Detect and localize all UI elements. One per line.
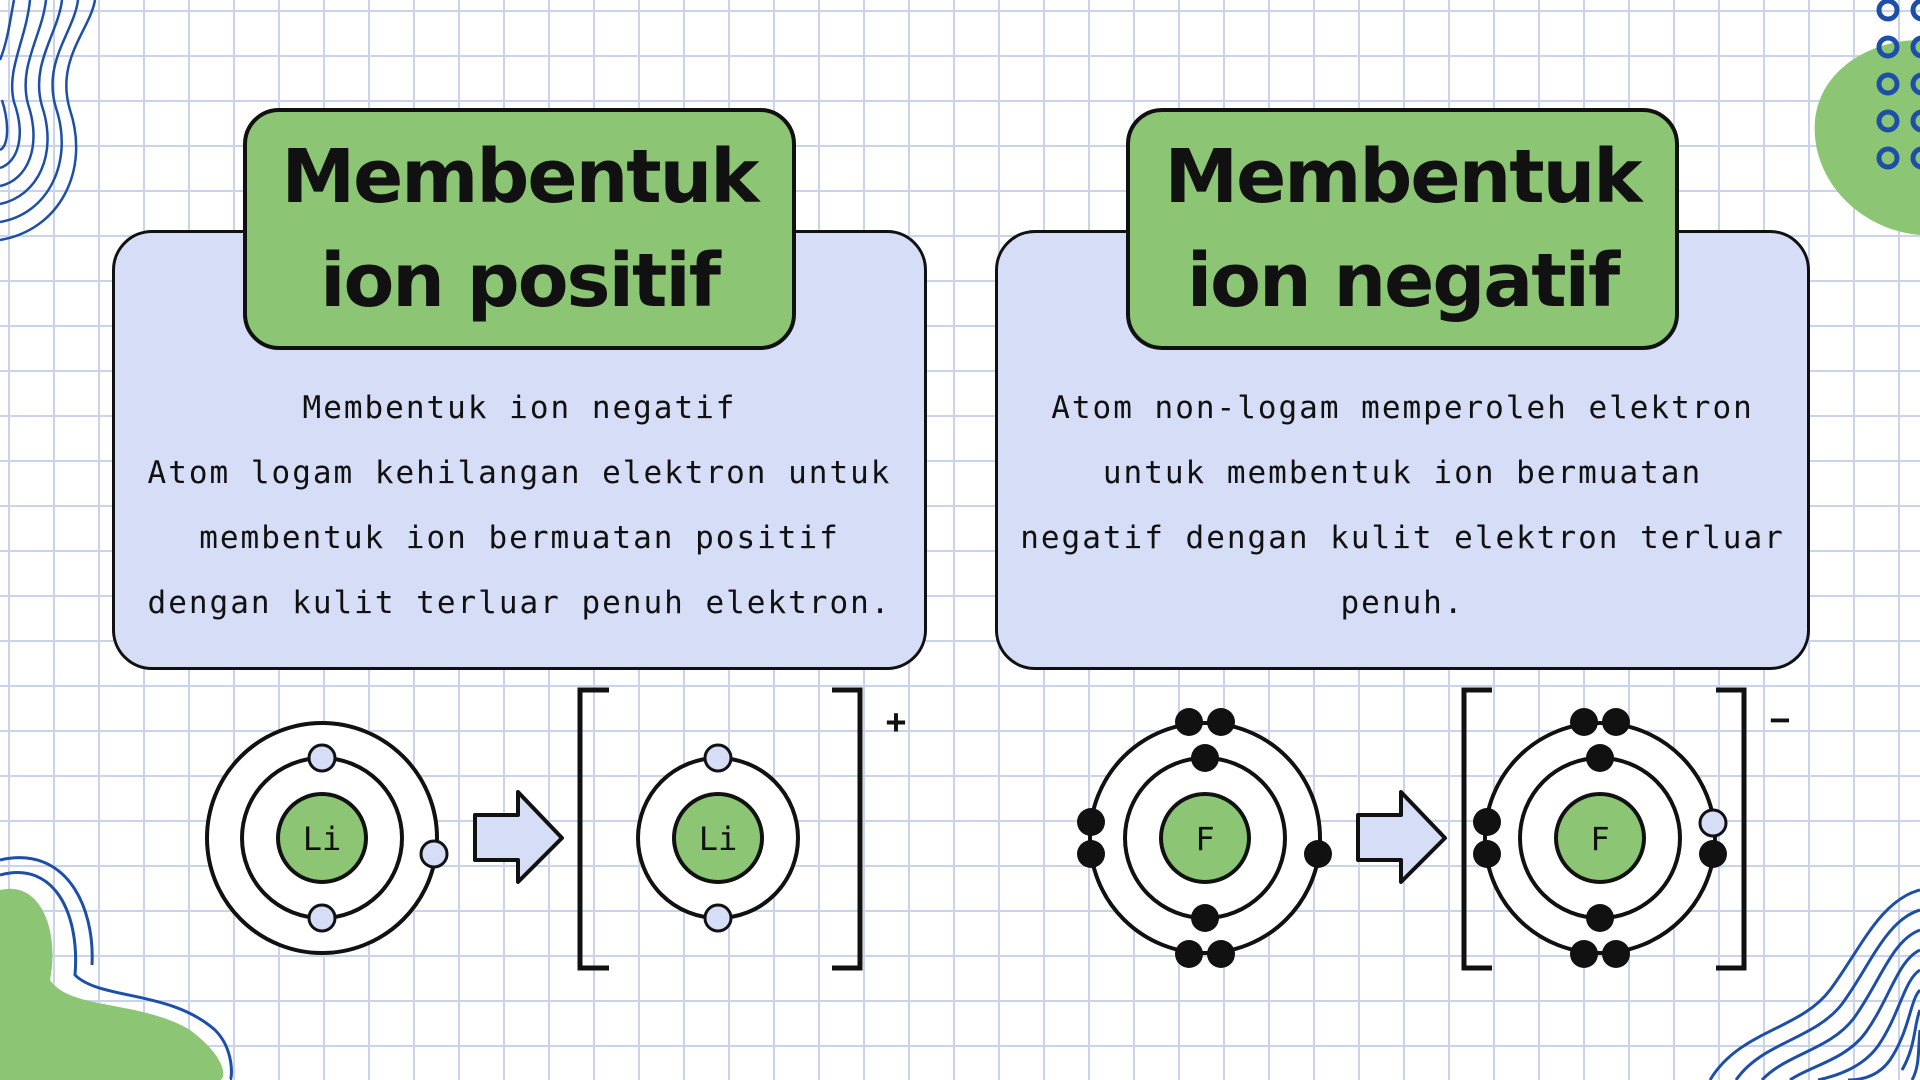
electron [1586,904,1614,932]
electron [1207,708,1235,736]
electron-gained-hollow [1698,808,1728,838]
bracket-left-icon [577,687,609,971]
ion-charge-label: − [1770,700,1790,740]
electron [1602,940,1630,968]
fluorine-atom: F [1077,708,1332,968]
ion-formation-diagrams: Li + Li F − F [205,687,1790,971]
nucleus-label: F [1590,820,1609,858]
electron [1175,708,1203,736]
electron [1699,840,1727,868]
lithium-atom: Li [205,721,449,955]
bracket-right-icon [832,687,863,971]
electron-hollow [307,743,337,773]
nucleus-label: F [1195,820,1214,858]
electron [1473,808,1501,836]
electron-hollow [307,903,337,933]
electron [1207,940,1235,968]
electron-hollow [419,839,449,869]
electron [1077,840,1105,868]
electron-hollow [703,903,733,933]
nucleus-label: Li [699,820,738,858]
electron [1077,808,1105,836]
electron [1191,904,1219,932]
electron [1304,840,1332,868]
fluoride-ion: − F [1461,687,1790,971]
arrow-right-icon [473,790,564,884]
electron [1570,940,1598,968]
electron [1586,744,1614,772]
lithium-ion: + Li [577,687,906,971]
electron-hollow [703,743,733,773]
electron [1570,708,1598,736]
electron [1602,708,1630,736]
ion-charge-label: + [886,702,906,742]
arrow-right-icon [1356,790,1447,884]
nucleus-label: Li [303,820,342,858]
electron [1473,840,1501,868]
electron [1175,940,1203,968]
electron [1191,744,1219,772]
